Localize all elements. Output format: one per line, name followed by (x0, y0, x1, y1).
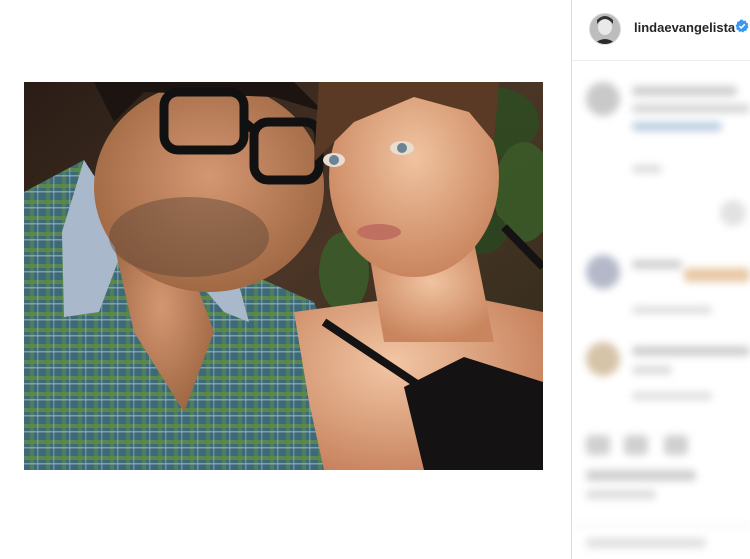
post-sidebar: lindaevangelista (572, 0, 750, 559)
author-username[interactable]: lindaevangelista (634, 20, 735, 35)
photo-image (24, 82, 543, 470)
blurred-line (586, 490, 656, 499)
author-avatar[interactable] (589, 13, 621, 45)
blurred-icon (586, 435, 610, 455)
blurred-line (684, 268, 750, 282)
blurred-line (632, 306, 712, 314)
avatar-portrait-icon (590, 14, 620, 44)
blurred-line (632, 260, 682, 269)
blurred-line (586, 470, 696, 481)
blurred-icon (664, 435, 688, 455)
post-media-area (0, 0, 571, 559)
blurred-line (632, 366, 672, 374)
blurred-line (632, 346, 750, 356)
blurred-comments (572, 70, 750, 559)
blurred-avatar (586, 342, 620, 376)
blurred-line (632, 104, 750, 113)
blurred-icon (720, 200, 746, 226)
blurred-line (586, 538, 706, 548)
blurred-avatar (586, 255, 620, 289)
blurred-icon (624, 435, 648, 455)
blurred-line (632, 122, 722, 131)
blurred-line (632, 165, 662, 173)
post-header: lindaevangelista (572, 0, 750, 61)
blurred-avatar (586, 82, 620, 116)
blurred-line (632, 86, 737, 96)
blurred-line (632, 392, 712, 400)
blurred-divider (572, 525, 750, 526)
verified-badge-icon (735, 19, 749, 33)
post-photo[interactable] (24, 82, 543, 470)
